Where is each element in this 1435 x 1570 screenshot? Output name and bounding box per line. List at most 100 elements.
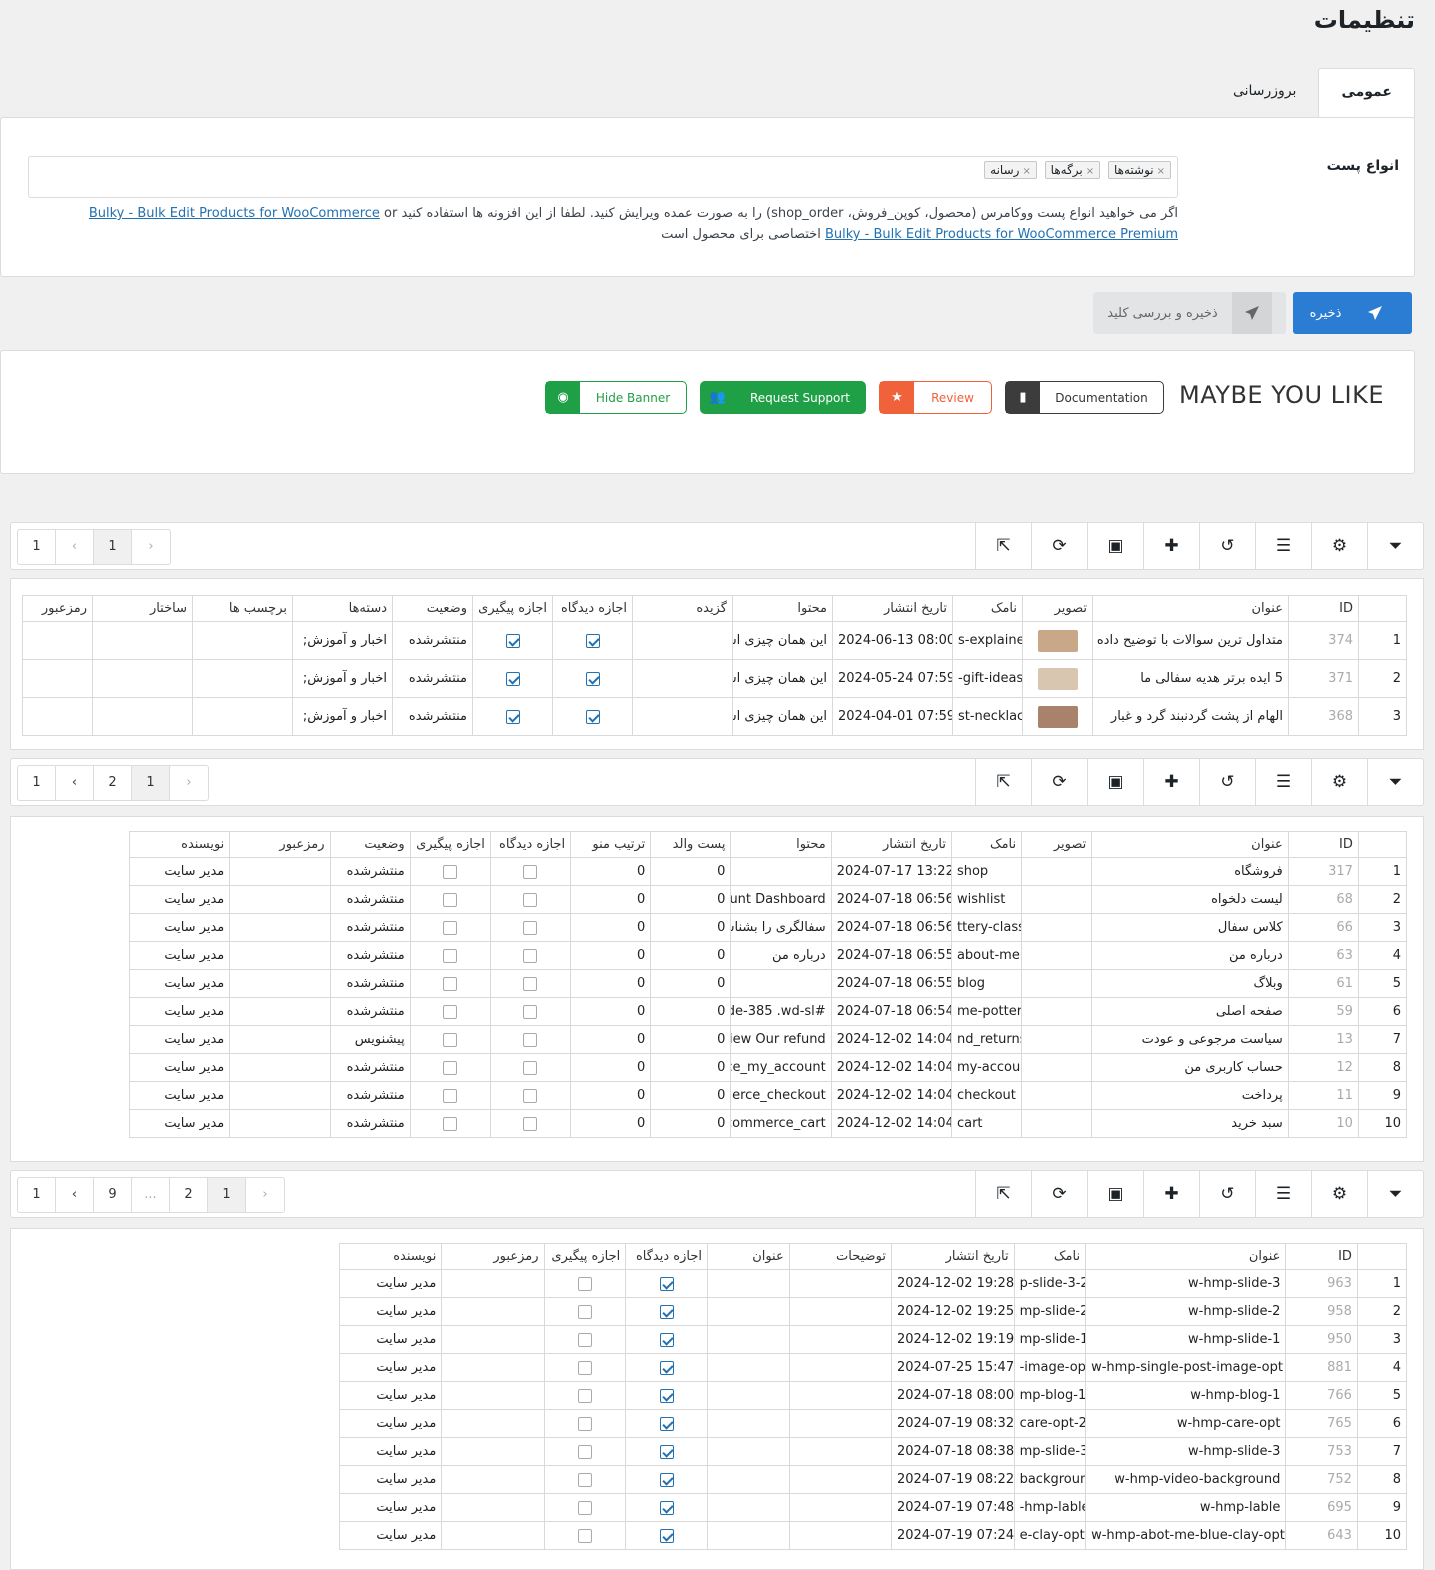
table-cell[interactable]: w-hmp-abot-me-blue-clay-opt xyxy=(1085,1521,1287,1550)
table-cell[interactable]: 374 xyxy=(1288,621,1359,660)
table-row[interactable]: 911پرداخت checkout2024-12-02 14:04nerce_c… xyxy=(128,1081,1408,1110)
table-cell[interactable] xyxy=(625,1465,708,1494)
table-cell[interactable]: s-explained xyxy=(952,621,1023,660)
table-cell[interactable]: w-hmp-lable xyxy=(1085,1493,1287,1522)
history-icon[interactable]: ↺ xyxy=(1199,523,1255,569)
table-cell[interactable]: 61 xyxy=(1287,969,1359,998)
table-cell[interactable]: 2024-07-18 08:00 xyxy=(890,1381,1015,1410)
table-cell[interactable] xyxy=(409,1025,491,1054)
table-cell[interactable]: w-hmp-slide-2 xyxy=(1085,1297,1287,1326)
table-cell[interactable]: 0 xyxy=(570,857,652,886)
table-cell[interactable]: mp-slide-3 xyxy=(1013,1437,1087,1466)
table-cell[interactable]: الهام از پشت گردنبند گرد و غبار xyxy=(1092,697,1289,736)
save-icon[interactable]: ▣ xyxy=(1087,759,1143,805)
table-cell[interactable]: صفحه اصلی xyxy=(1091,997,1289,1026)
table-cell[interactable]: 0 xyxy=(570,1053,652,1082)
table-cell[interactable] xyxy=(192,659,293,698)
table-cell[interactable] xyxy=(409,885,491,914)
checkbox[interactable] xyxy=(523,948,538,963)
table-cell[interactable]: #slide-385 .wd-sl xyxy=(730,997,832,1026)
table-cell[interactable] xyxy=(441,1297,545,1326)
table-cell[interactable]: مدیر سایت xyxy=(128,1025,231,1054)
table-cell[interactable] xyxy=(409,913,491,942)
table-cell[interactable]: این همان چیزی است xyxy=(732,659,833,698)
table-cell[interactable]: منتشرشده xyxy=(329,997,411,1026)
table-cell[interactable] xyxy=(192,621,293,660)
tab-general[interactable]: عمومی xyxy=(1318,68,1415,118)
table-cell[interactable] xyxy=(441,1409,545,1438)
table-cell[interactable] xyxy=(543,1437,627,1466)
table-cell[interactable] xyxy=(625,1297,708,1326)
table-cell[interactable]: مدیر سایت xyxy=(128,1081,231,1110)
table-cell[interactable] xyxy=(707,1297,790,1326)
table-cell[interactable]: 2024-05-24 07:59 xyxy=(832,659,953,698)
table-cell[interactable]: 963 xyxy=(1285,1269,1358,1298)
table-cell[interactable] xyxy=(229,997,331,1026)
column-header[interactable]: تاریخ انتشار xyxy=(830,831,952,858)
table-cell[interactable] xyxy=(1021,1109,1093,1138)
column-header[interactable]: ID xyxy=(1285,1243,1358,1270)
table-cell[interactable] xyxy=(229,969,331,998)
table-cell[interactable]: 371 xyxy=(1288,659,1359,698)
table-cell[interactable] xyxy=(441,1353,545,1382)
next-page-button[interactable]: › xyxy=(132,530,170,564)
table-cell[interactable]: -image-opt xyxy=(1013,1353,1087,1382)
table-cell[interactable] xyxy=(229,941,331,970)
table-cell[interactable] xyxy=(441,1493,545,1522)
table-cell[interactable]: 13 xyxy=(1287,1025,1359,1054)
table-cell[interactable] xyxy=(1021,885,1093,914)
request-support-button[interactable]: 👥 Request Support xyxy=(700,381,866,414)
page-button[interactable]: 2 xyxy=(170,1178,208,1212)
table-cell[interactable] xyxy=(409,1081,491,1110)
table-cell[interactable]: 0 xyxy=(650,857,732,886)
table-cell[interactable]: 0 xyxy=(570,969,652,998)
table-cell[interactable]: 753 xyxy=(1285,1437,1358,1466)
columns-icon[interactable]: ☰ xyxy=(1255,523,1311,569)
table-cell[interactable]: مدیر سایت xyxy=(128,1109,231,1138)
table-cell[interactable]: my-account xyxy=(950,1053,1023,1082)
table-cell[interactable] xyxy=(707,1269,790,1298)
table-cell[interactable] xyxy=(22,697,93,736)
table-cell[interactable]: 0 xyxy=(570,997,652,1026)
table-cell[interactable]: مدیر سایت xyxy=(338,1465,443,1494)
table-cell[interactable] xyxy=(788,1353,892,1382)
table-cell[interactable]: 958 xyxy=(1285,1297,1358,1326)
table-cell[interactable] xyxy=(192,697,293,736)
checkbox[interactable] xyxy=(659,1304,674,1319)
table-cell[interactable] xyxy=(625,1353,708,1382)
table-cell[interactable]: مدیر سایت xyxy=(338,1521,443,1550)
table-cell[interactable]: 1 xyxy=(1357,857,1408,886)
checkbox[interactable] xyxy=(659,1332,674,1347)
table-cell[interactable]: 2024-12-02 14:04 xyxy=(830,1025,952,1054)
table-cell[interactable]: 2024-07-18 06:56 xyxy=(830,885,952,914)
table-cell[interactable]: حساب کاربری من xyxy=(1091,1053,1289,1082)
settings-icon[interactable]: ⚙ xyxy=(1311,523,1367,569)
checkbox[interactable] xyxy=(585,709,600,724)
table-cell[interactable]: mp-slide-1 xyxy=(1013,1325,1087,1354)
table-cell[interactable] xyxy=(489,1053,572,1082)
column-header[interactable]: وضعیت xyxy=(329,831,411,858)
table-cell[interactable]: 0 xyxy=(650,969,732,998)
checkbox[interactable] xyxy=(443,1032,458,1047)
table-cell[interactable]: مدیر سایت xyxy=(338,1493,443,1522)
save-icon[interactable]: ▣ xyxy=(1087,1171,1143,1217)
page-button[interactable]: 2 xyxy=(94,766,132,800)
table-cell[interactable]: پیشنویس xyxy=(329,1025,411,1054)
table-cell[interactable] xyxy=(788,1465,892,1494)
table-cell[interactable] xyxy=(625,1437,708,1466)
table-cell[interactable] xyxy=(472,697,553,736)
checkbox[interactable] xyxy=(659,1528,674,1543)
table-cell[interactable]: مدیر سایت xyxy=(128,885,231,914)
table-cell[interactable] xyxy=(489,1109,572,1138)
table-cell[interactable]: 2024-07-18 06:56 xyxy=(830,913,952,942)
next-page-button[interactable]: › xyxy=(246,1178,284,1212)
table-cell[interactable]: مدیر سایت xyxy=(128,997,231,1026)
checkbox[interactable] xyxy=(659,1500,674,1515)
table-cell[interactable] xyxy=(707,1409,790,1438)
table-cell[interactable]: سبد خرید xyxy=(1091,1109,1289,1138)
table-cell[interactable]: مدیر سایت xyxy=(338,1297,443,1326)
table-cell[interactable]: 1 xyxy=(1356,1269,1408,1298)
table-cell[interactable] xyxy=(625,1381,708,1410)
external-link-icon[interactable]: ⇱ xyxy=(975,759,1031,805)
table-cell[interactable]: مدیر سایت xyxy=(338,1353,443,1382)
